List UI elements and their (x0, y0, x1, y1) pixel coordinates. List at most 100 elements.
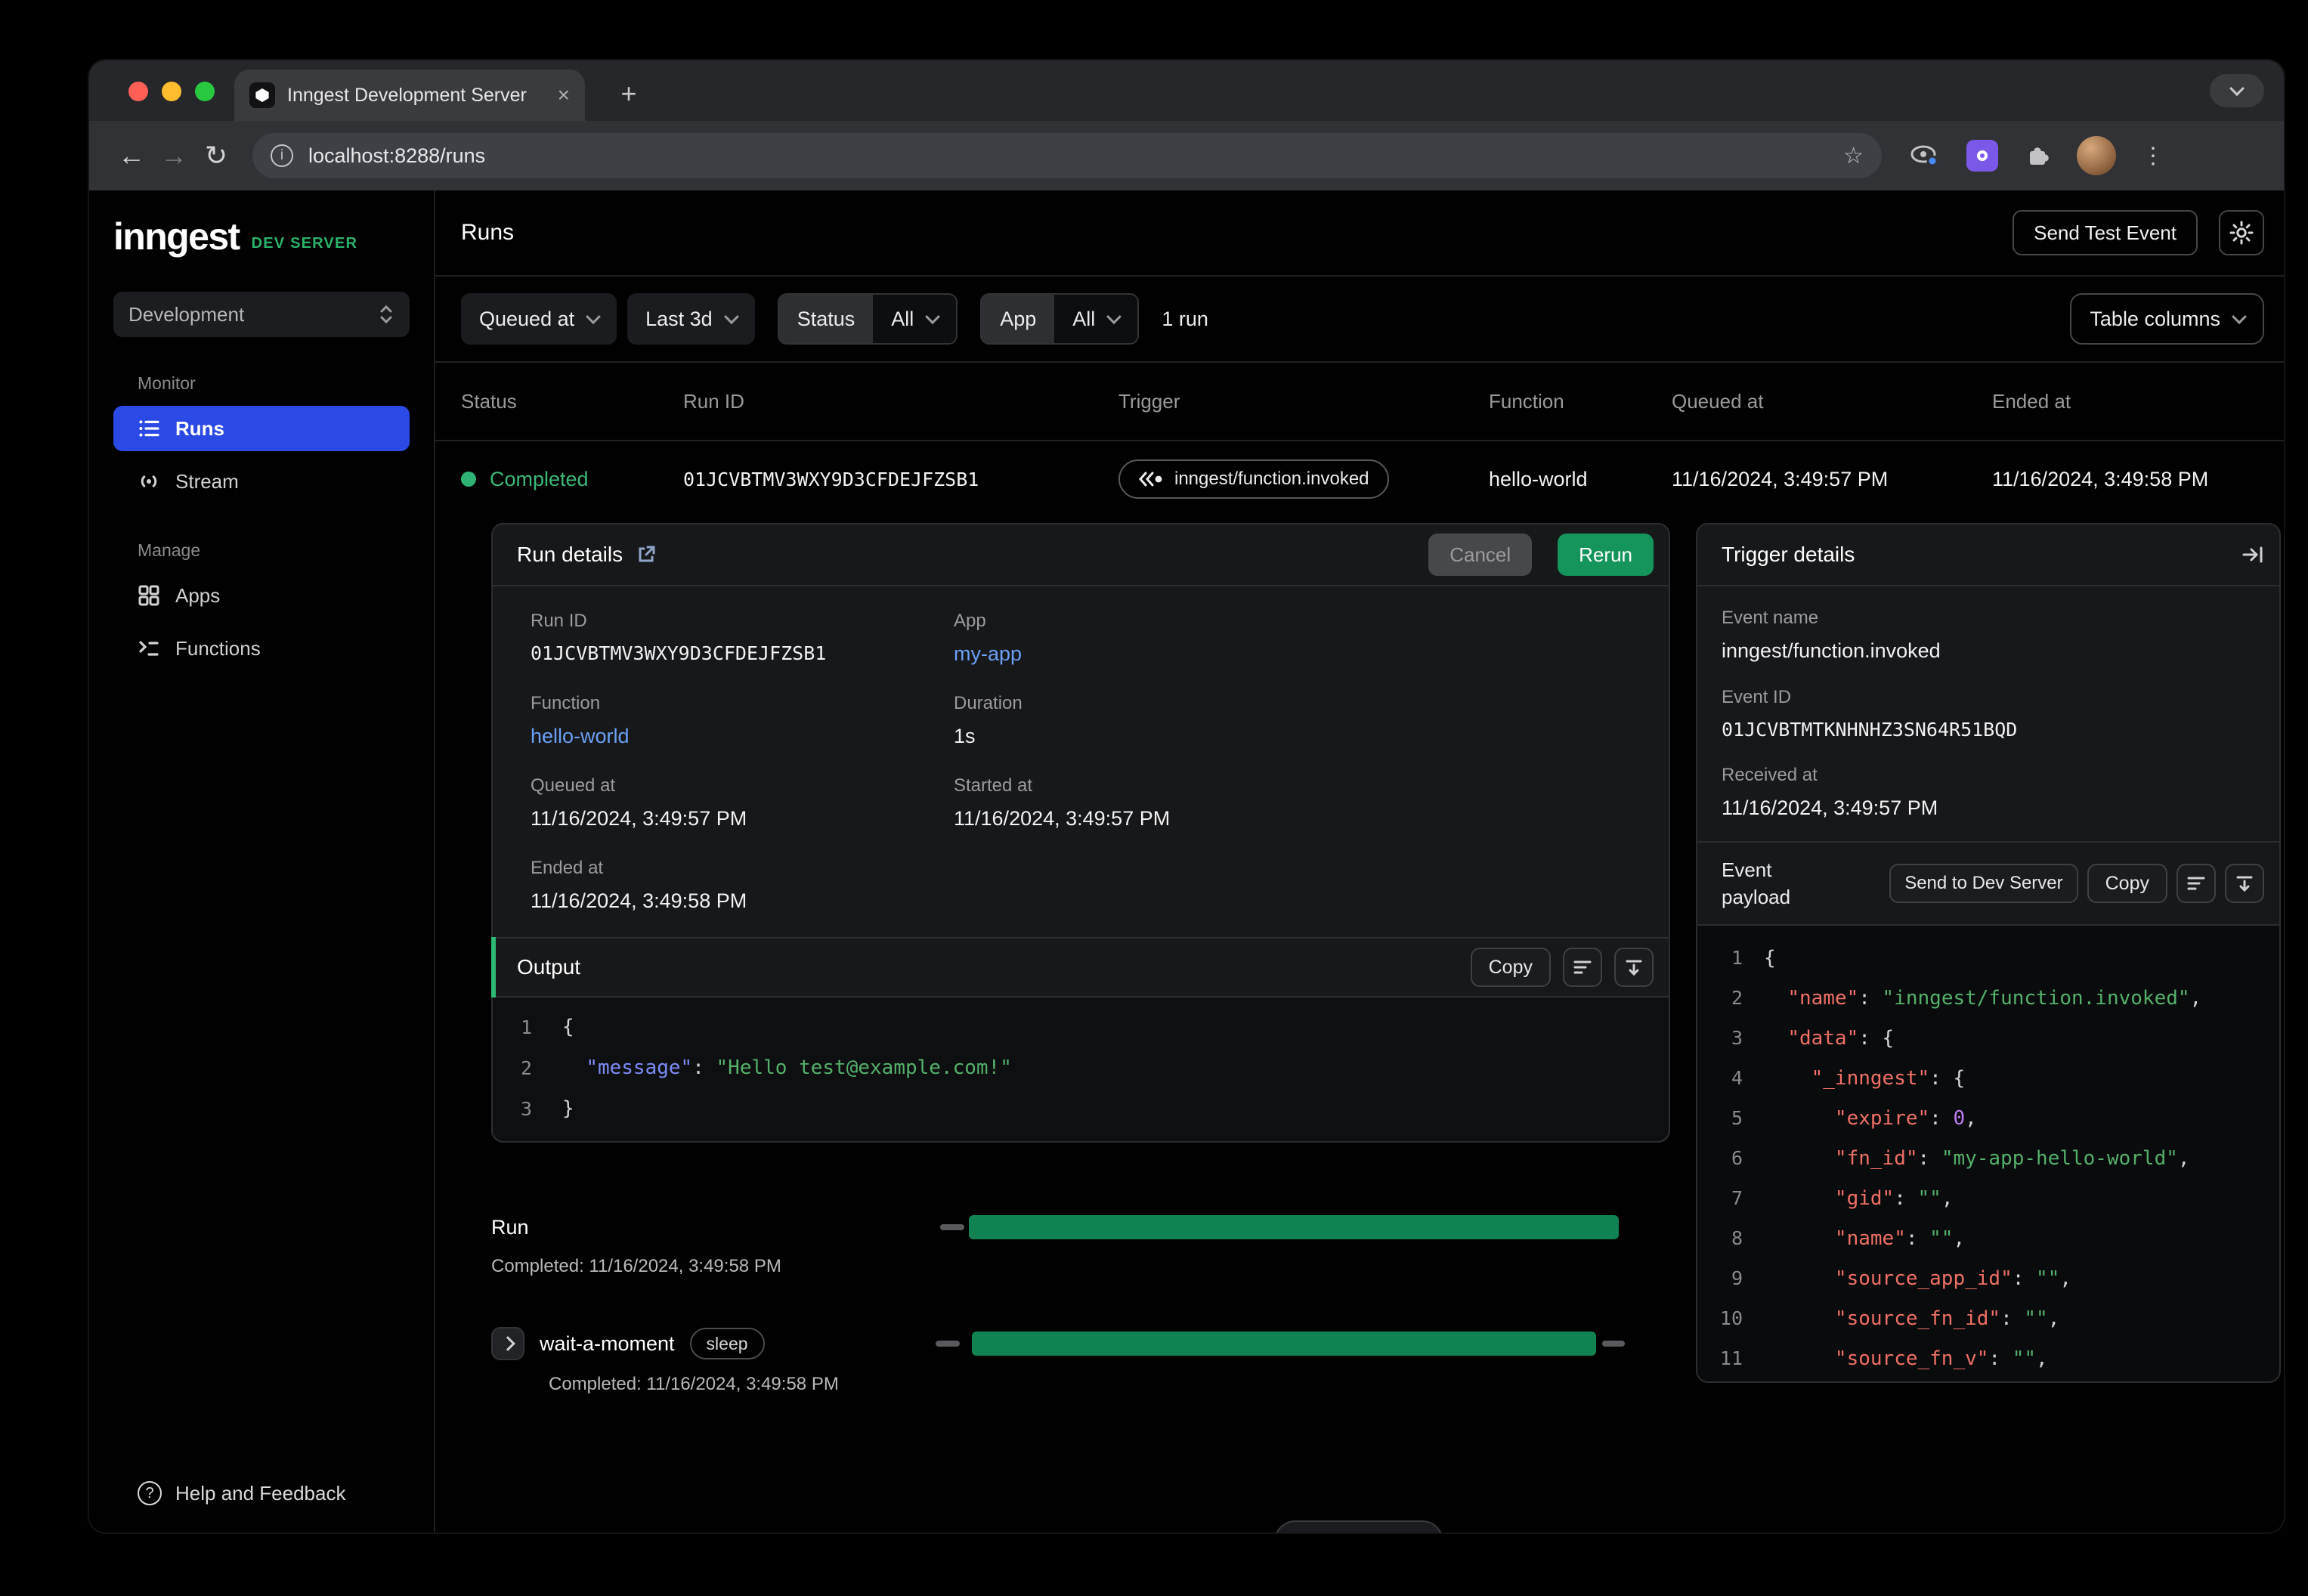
browser-menu-icon[interactable]: ⋮ (2142, 143, 2164, 169)
password-extension-icon[interactable] (1966, 140, 1998, 172)
column-header-run-id[interactable]: Run ID (683, 390, 1118, 413)
arrow-right-to-line-icon (2242, 546, 2263, 563)
minimize-window-button[interactable] (162, 82, 181, 101)
code-line: 6 "fn_id": "my-app-hello-world", (1697, 1138, 2279, 1178)
step-completed-caption: Completed: 11/16/2024, 3:49:58 PM (549, 1374, 839, 1394)
tab-close-icon[interactable]: × (558, 85, 570, 106)
column-header-trigger[interactable]: Trigger (1118, 390, 1489, 413)
expand-step-button[interactable] (491, 1327, 524, 1360)
step-duration-bar[interactable] (972, 1332, 1596, 1356)
scroll-to-bottom-button[interactable] (1614, 948, 1654, 987)
copy-payload-button[interactable]: Copy (2087, 864, 2167, 903)
forward-button[interactable]: → (153, 140, 195, 172)
line-number: 7 (1731, 1187, 1743, 1209)
queued-at-filter[interactable]: Queued at (461, 293, 617, 345)
run-id-cell: 01JCVBTMV3WXY9D3CFDEJFZSB1 (683, 468, 979, 490)
address-bar[interactable]: i localhost:8288/runs ☆ (252, 133, 1882, 178)
column-header-function[interactable]: Function (1489, 390, 1672, 413)
stream-icon (138, 470, 160, 493)
line-number: 5 (1731, 1107, 1743, 1129)
sidebar-item-runs[interactable]: Runs (113, 406, 410, 451)
maximize-window-button[interactable] (195, 82, 215, 101)
bookmark-star-icon[interactable]: ☆ (1843, 143, 1864, 169)
partially-visible-control[interactable] (1274, 1520, 1443, 1533)
site-info-icon[interactable]: i (271, 144, 293, 167)
chevron-down-icon (2229, 81, 2245, 97)
output-header: Output Copy (491, 937, 1669, 998)
app-filter[interactable]: App All (980, 293, 1140, 345)
tab-search-button[interactable] (2210, 74, 2264, 107)
field-duration: Duration 1s (954, 693, 1023, 747)
status-filter[interactable]: Status All (777, 293, 958, 345)
extensions-puzzle-icon[interactable] (2024, 142, 2051, 169)
privacy-extension-icon[interactable] (1909, 144, 1941, 168)
field-event-id: Event ID 01JCVBTMTKNHNHZ3SN64R51BQD (1722, 687, 2018, 741)
copy-output-button[interactable]: Copy (1470, 948, 1551, 987)
help-and-feedback[interactable]: ? Help and Feedback (138, 1481, 345, 1505)
function-link[interactable]: hello-world (531, 725, 954, 748)
rerun-button[interactable]: Rerun (1558, 534, 1654, 576)
send-test-event-button[interactable]: Send Test Event (2013, 210, 2198, 255)
app-filter-value[interactable]: All (1054, 295, 1138, 343)
timeline-run-row[interactable]: Run (491, 1212, 1670, 1242)
column-header-queued-at[interactable]: Queued at (1672, 390, 1992, 413)
code-line: 10 "source_fn_id": "", (1697, 1298, 2279, 1338)
chevron-down-icon (925, 309, 941, 325)
line-number: 2 (1731, 987, 1743, 1009)
time-range-filter[interactable]: Last 3d (627, 293, 755, 345)
environment-select[interactable]: Development (113, 292, 410, 337)
browser-tab[interactable]: Inngest Development Server × (234, 70, 585, 121)
line-number: 1 (520, 1016, 532, 1038)
new-tab-button[interactable]: + (609, 74, 648, 113)
chevron-updown-icon (378, 304, 394, 325)
chevron-down-icon (723, 309, 739, 325)
app-link[interactable]: my-app (954, 642, 1638, 666)
field-function: Function hello-world (531, 693, 954, 748)
event-payload-code[interactable]: 1{2 "name": "inngest/function.invoked", 3… (1697, 926, 2279, 1381)
settings-button[interactable] (2219, 210, 2264, 255)
sidebar-item-apps[interactable]: Apps (113, 573, 410, 618)
app-filter-label: App (982, 295, 1055, 343)
payload-word-wrap-button[interactable] (2177, 864, 2216, 903)
sidebar-item-label: Apps (175, 583, 221, 607)
queued-segment (940, 1224, 964, 1230)
sidebar-item-functions[interactable]: Functions (113, 626, 410, 671)
back-button[interactable]: ← (110, 140, 153, 172)
column-header-ended-at[interactable]: Ended at (1992, 390, 2284, 413)
wrap-lines-icon (1573, 960, 1592, 974)
code-line: 2 "name": "inngest/function.invoked", (1697, 978, 2279, 1018)
external-link-icon[interactable] (636, 545, 656, 564)
browser-window: Inngest Development Server × + ← → ↻ i l… (89, 60, 2284, 1533)
sidebar-item-stream[interactable]: Stream (113, 459, 410, 504)
field-started-at: Started at 11/16/2024, 3:49:57 PM (954, 775, 1171, 830)
timeline-step-row[interactable]: wait-a-moment sleep (491, 1325, 1670, 1362)
manage-section-label: Manage (138, 540, 201, 560)
help-label: Help and Feedback (175, 1481, 346, 1505)
run-duration-bar[interactable] (969, 1215, 1619, 1239)
main-content: Runs Send Test Event Queued at Last 3d S… (435, 190, 2284, 1533)
tab-title: Inngest Development Server (287, 84, 527, 106)
chevron-down-icon (586, 309, 602, 325)
output-code[interactable]: 1{2 "message": "Hello test@example.com!"… (493, 998, 1669, 1141)
code-line: 3} (493, 1088, 1669, 1129)
send-to-dev-server-button[interactable]: Send to Dev Server (1889, 864, 2078, 903)
field-event-name: Event name inngest/function.invoked (1722, 608, 1941, 662)
queued-segment (936, 1341, 960, 1347)
payload-scroll-bottom-button[interactable] (2225, 864, 2264, 903)
function-cell: hello-world (1489, 467, 1588, 490)
reload-button[interactable]: ↻ (195, 140, 237, 172)
table-row[interactable]: Completed 01JCVBTMV3WXY9D3CFDEJFZSB1 inn… (435, 441, 2284, 517)
cancel-button[interactable]: Cancel (1428, 534, 1533, 576)
line-number: 11 (1719, 1347, 1743, 1369)
profile-avatar[interactable] (2077, 136, 2116, 175)
close-window-button[interactable] (128, 82, 148, 101)
status-filter-value[interactable]: All (873, 295, 957, 343)
collapse-panel-button[interactable] (2241, 543, 2264, 566)
word-wrap-button[interactable] (1563, 948, 1602, 987)
column-header-status[interactable]: Status (461, 390, 683, 413)
trigger-pill[interactable]: inngest/function.invoked (1118, 459, 1389, 499)
wrap-lines-icon (2187, 877, 2205, 890)
table-columns-button[interactable]: Table columns (2070, 293, 2264, 345)
url-text: localhost:8288/runs (308, 144, 486, 167)
arrow-down-to-line-icon (2236, 876, 2253, 892)
